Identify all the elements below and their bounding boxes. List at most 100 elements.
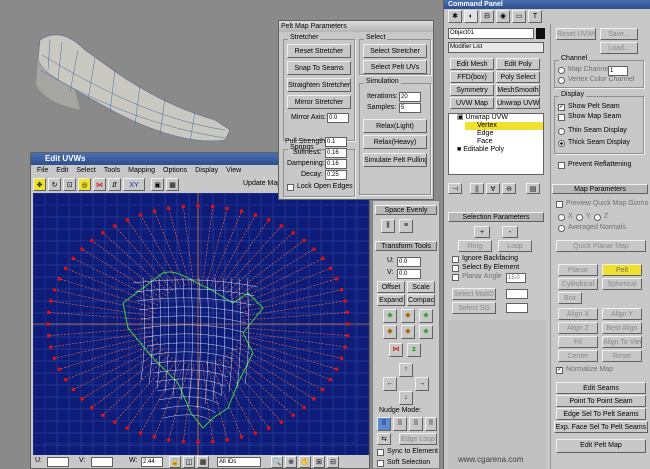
straighten-stretcher-button[interactable]: Straighten Stretcher <box>287 78 351 92</box>
iterations-input[interactable]: 20 <box>399 92 421 102</box>
stretcher-point[interactable] <box>152 209 157 213</box>
stretcher-point[interactable] <box>112 224 117 228</box>
nudge-up-icon[interactable]: ↑ <box>399 363 413 377</box>
display-tab-icon[interactable]: ▭ <box>512 10 526 23</box>
stretcher-point[interactable] <box>52 356 57 361</box>
ring-button[interactable]: Ring <box>458 240 492 252</box>
loop-button[interactable]: Loop <box>498 240 532 252</box>
stretcher-point[interactable] <box>49 345 53 349</box>
stretcher-point[interactable] <box>46 333 51 338</box>
object-color-swatch[interactable] <box>536 28 545 39</box>
show-map-icon[interactable]: ◫ <box>183 456 195 468</box>
show-map-seam-checkbox[interactable] <box>558 114 565 121</box>
reset-stretcher-button[interactable]: Reset Stretcher <box>287 44 351 58</box>
sync-to-element-checkbox[interactable] <box>377 449 384 456</box>
edge-loop-icon[interactable]: ⇆ <box>377 433 391 445</box>
align-to-view-button[interactable]: Align To View <box>602 336 642 348</box>
select-sg-button[interactable]: Select SG <box>452 302 496 314</box>
motion-tab-icon[interactable]: ◉ <box>496 10 510 23</box>
stretcher-point[interactable] <box>334 367 339 371</box>
nudge-mode-icon-1[interactable]: ⠿ <box>377 417 391 431</box>
center-button[interactable]: Center <box>558 350 598 362</box>
uv-canvas[interactable] <box>33 193 369 455</box>
soft-selection-checkbox[interactable] <box>377 460 384 467</box>
hierarchy-tab-icon[interactable]: ⊟ <box>480 10 494 23</box>
stretcher-point[interactable] <box>196 440 200 444</box>
x-radio[interactable] <box>558 214 565 221</box>
fit-button[interactable]: Fit <box>558 336 598 348</box>
reset-button[interactable]: Reset <box>602 350 642 362</box>
configure-modifiers-icon[interactable]: ▤ <box>526 183 540 194</box>
make-unique-icon[interactable]: ∀ <box>486 183 500 194</box>
matid-input[interactable] <box>506 289 528 299</box>
menu-display[interactable]: Display <box>195 167 218 174</box>
samples-input[interactable]: 5 <box>399 103 421 113</box>
menu-select[interactable]: Select <box>76 167 95 174</box>
mirror-stretcher-button[interactable]: Mirror Stretcher <box>287 95 351 109</box>
stretcher-point[interactable] <box>345 333 350 338</box>
align-y-button[interactable]: Align Y <box>602 308 642 320</box>
stretcher-point[interactable] <box>239 209 244 213</box>
stretcher-point[interactable] <box>90 238 94 243</box>
stretcher-point[interactable] <box>112 420 117 424</box>
stretcher-point[interactable] <box>302 405 306 410</box>
selection-parameters-rollout[interactable]: Selection Parameters <box>448 212 544 222</box>
stretcher-point[interactable] <box>138 431 143 435</box>
lock-open-edges-checkbox[interactable] <box>287 184 294 191</box>
mirror-v-icon[interactable]: ⧗ <box>407 343 421 357</box>
stretcher-point[interactable] <box>312 397 316 401</box>
stretcher-point[interactable] <box>63 377 68 382</box>
offset-button[interactable]: Offset <box>377 281 405 293</box>
stretcher-point[interactable] <box>80 247 84 251</box>
stretcher-point[interactable] <box>279 224 284 228</box>
stretcher-point[interactable] <box>334 277 339 281</box>
stretcher-point[interactable] <box>71 256 76 261</box>
preview-quick-map-checkbox[interactable] <box>556 201 563 208</box>
lock-icon[interactable]: 🔒 <box>169 456 181 468</box>
stretcher-point[interactable] <box>101 413 105 418</box>
space-h-icon[interactable]: ⫼ <box>381 219 395 233</box>
pelt-titlebar[interactable]: Pelt Map Parameters <box>279 21 433 32</box>
grow-selection-button[interactable]: + <box>474 226 490 238</box>
stack-face[interactable]: Face <box>449 138 543 146</box>
object-name-input[interactable]: Object01 <box>448 28 534 39</box>
align-x-button[interactable]: Align X <box>558 308 598 320</box>
menu-tools[interactable]: Tools <box>104 167 120 174</box>
map-channel-radio[interactable] <box>558 67 565 74</box>
stretcher-point[interactable] <box>346 322 350 326</box>
modify-tab-icon[interactable]: ◐ <box>464 10 478 23</box>
stretcher-point[interactable] <box>339 356 344 361</box>
ids-select[interactable]: All IDs <box>217 457 261 467</box>
stretcher-point[interactable] <box>225 206 230 211</box>
utilities-tab-icon[interactable]: T <box>528 10 542 23</box>
stretcher-point[interactable] <box>90 405 94 410</box>
prevent-reflattening-checkbox[interactable] <box>558 162 565 169</box>
stack-edge[interactable]: Edge <box>449 130 543 138</box>
stretcher-point[interactable] <box>320 387 325 392</box>
pelt-button[interactable]: Pelt <box>602 264 642 276</box>
load-button[interactable]: Load... <box>600 42 638 54</box>
target-weld-icon[interactable]: ◆ <box>401 309 415 323</box>
stretcher-point[interactable] <box>225 437 230 442</box>
exp-face-sel-button[interactable]: Exp. Face Sel To Pelt Seams <box>554 421 648 433</box>
stretcher-point[interactable] <box>239 435 244 439</box>
relax-light-button[interactable]: Relax(Light) <box>363 119 427 133</box>
expand-button[interactable]: Expand <box>377 294 405 306</box>
space-v-icon[interactable]: ≡ <box>399 219 413 233</box>
stretcher-point[interactable] <box>291 413 295 418</box>
grid-snap-icon[interactable]: ▦ <box>197 456 209 468</box>
spherical-button[interactable]: Spherical <box>602 278 642 290</box>
stretcher-point[interactable] <box>181 204 186 209</box>
symmetry-button[interactable]: Symmetry <box>450 84 494 96</box>
stretcher-point[interactable] <box>57 367 62 371</box>
stretcher-point[interactable] <box>138 213 143 217</box>
planar-angle-input[interactable]: 15.0 <box>506 273 526 283</box>
stretcher-point[interactable] <box>80 397 84 401</box>
sg-input[interactable] <box>506 303 528 313</box>
stretcher-point[interactable] <box>125 218 130 222</box>
stretcher-point[interactable] <box>253 213 258 217</box>
stretcher-point[interactable] <box>49 299 53 303</box>
break-icon[interactable]: ◆ <box>419 309 433 323</box>
edge-sel-to-pelt-button[interactable]: Edge Sel To Pelt Seams <box>556 408 646 420</box>
w-coord-input[interactable]: 2.44 <box>141 457 163 467</box>
